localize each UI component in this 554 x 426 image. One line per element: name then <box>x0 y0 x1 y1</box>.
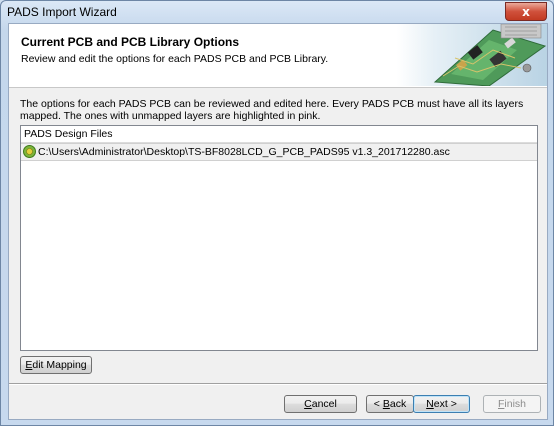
finish-button[interactable]: Finish <box>483 395 541 413</box>
close-button[interactable]: x <box>505 2 547 21</box>
next-button[interactable]: Next > <box>413 395 470 413</box>
list-item[interactable]: C:\Users\Administrator\Desktop\TS-BF8028… <box>21 143 537 161</box>
wizard-window: PADS Import Wizard x Current PCB and PCB… <box>0 0 554 426</box>
pcb-board-illustration-icon <box>397 24 547 86</box>
description-text: The options for each PADS PCB can be rev… <box>20 98 524 122</box>
edit-mapping-button[interactable]: Edit Mapping <box>20 356 92 374</box>
page-title: Current PCB and PCB Library Options <box>21 35 240 49</box>
title-bar[interactable]: PADS Import Wizard x <box>1 1 553 23</box>
window-title: PADS Import Wizard <box>7 5 117 19</box>
cancel-button[interactable]: Cancel <box>284 395 357 413</box>
page-subtitle: Review and edit the options for each PAD… <box>21 53 329 65</box>
column-header-design-files[interactable]: PADS Design Files <box>21 126 537 143</box>
footer-separator <box>9 383 547 385</box>
design-files-list[interactable]: PADS Design Files C:\Users\Administrator… <box>20 125 538 351</box>
column-header-label: PADS Design Files <box>24 128 113 140</box>
wizard-client-area: Current PCB and PCB Library Options Revi… <box>8 23 548 420</box>
file-path: C:\Users\Administrator\Desktop\TS-BF8028… <box>38 146 450 158</box>
back-button[interactable]: < Back <box>366 395 414 413</box>
pads-pcb-icon <box>23 145 36 158</box>
wizard-header: Current PCB and PCB Library Options Revi… <box>9 24 547 88</box>
close-icon: x <box>522 4 530 19</box>
